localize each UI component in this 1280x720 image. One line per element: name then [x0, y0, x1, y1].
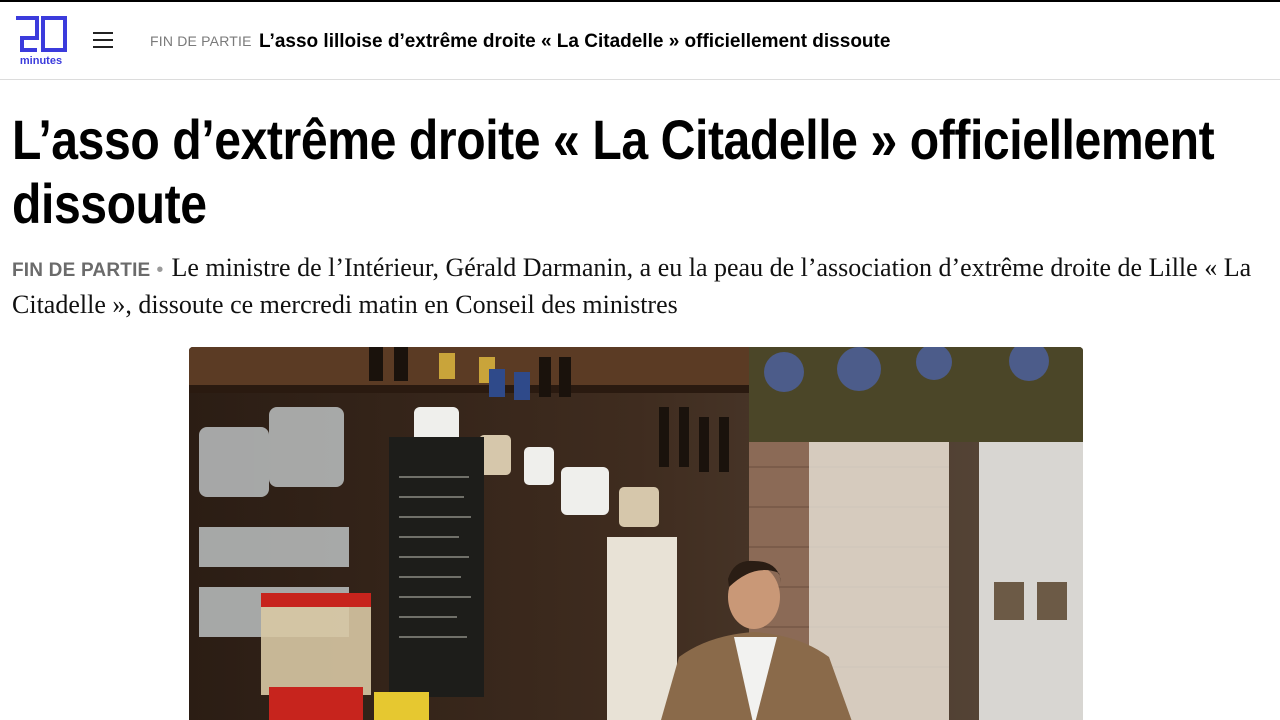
- lead-text: Le ministre de l’Intérieur, Gérald Darma…: [12, 253, 1252, 319]
- hamburger-menu-icon[interactable]: [93, 32, 113, 50]
- bar-interior-image: [189, 347, 1083, 720]
- article-lead: FIN DE PARTIE • Le ministre de l’Intérieur…: [12, 251, 1270, 322]
- site-header: minutes FIN DE PARTIE L’asso lilloise d’…: [0, 2, 1280, 80]
- lead-section-label[interactable]: FIN DE PARTIE: [12, 260, 150, 281]
- article-headline: L’asso d’extrême droite « La Citadelle »…: [12, 108, 1215, 235]
- header-section-label[interactable]: FIN DE PARTIE: [150, 33, 252, 49]
- article-photo[interactable]: [189, 347, 1083, 720]
- site-logo[interactable]: minutes: [13, 12, 69, 68]
- logo-20minutes-icon: minutes: [16, 16, 67, 67]
- header-article-title: L’asso lilloise d’extrême droite « La Ci…: [259, 31, 891, 52]
- logo-word: minutes: [20, 55, 62, 67]
- lead-separator: •: [156, 259, 164, 281]
